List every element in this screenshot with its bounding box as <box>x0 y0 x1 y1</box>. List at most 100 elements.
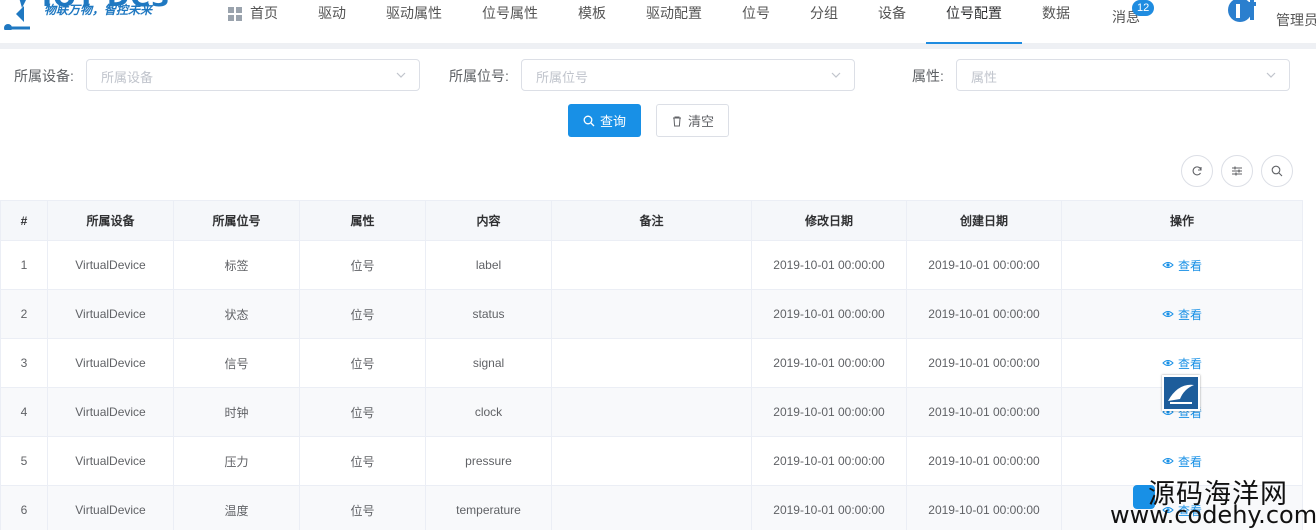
point-config-table: # 所属设备 所属位号 属性 内容 备注 修改日期 创建日期 操作 1 VirtualDevice… <box>0 200 1303 530</box>
nav-item-8[interactable]: 设备 <box>858 0 926 44</box>
app-logo[interactable]: IOT DC3 物联万物，智控未来 <box>0 0 200 46</box>
device-filter-label: 所属设备: <box>14 68 74 84</box>
nav-item-2[interactable]: 驱动属性 <box>366 0 462 44</box>
cell-point: 状态 <box>173 289 300 339</box>
nav-item-0[interactable]: 首页 <box>208 0 298 44</box>
refresh-button[interactable] <box>1181 155 1213 187</box>
user-name[interactable]: 管理员 <box>1276 10 1316 30</box>
cell-created: 2019-10-01 00:00:00 <box>906 436 1062 486</box>
cell-content: pressure <box>425 436 552 486</box>
nav-item-9[interactable]: 位号配置 <box>926 0 1022 44</box>
table-row[interactable]: 2 VirtualDevice 状态 位号 status 2019-10-01 00:00… <box>0 289 1303 339</box>
nav-item-1[interactable]: 驱动 <box>298 0 366 44</box>
cell-remark <box>551 338 752 388</box>
cell-content: label <box>425 240 552 290</box>
column-settings-button[interactable] <box>1221 155 1253 187</box>
view-button-label: 查看 <box>1177 454 1202 469</box>
bird-icon <box>1168 384 1194 404</box>
point-select-placeholder: 所属位号 <box>536 70 589 85</box>
column-header: 操作 <box>1061 200 1303 241</box>
nav-item-4[interactable]: 模板 <box>558 0 626 44</box>
cell-device: VirtualDevice <box>47 240 174 290</box>
view-button[interactable]: 查看 <box>1162 453 1202 470</box>
cell-updated: 2019-10-01 00:00:00 <box>751 387 907 437</box>
view-button[interactable]: 查看 <box>1162 306 1202 323</box>
nav-item-3[interactable]: 位号属性 <box>462 0 558 44</box>
table-header-row: # 所属设备 所属位号 属性 内容 备注 修改日期 创建日期 操作 <box>0 200 1303 241</box>
cell-index: 6 <box>0 485 48 530</box>
logo-slogan: 物联万物，智控未来 <box>44 3 153 17</box>
attr-filter-label: 属性: <box>912 68 944 84</box>
cell-remark <box>551 436 752 486</box>
table-row[interactable]: 5 VirtualDevice 压力 位号 pressure 2019-10-01 00:… <box>0 436 1303 486</box>
device-select[interactable]: 所属设备 <box>86 59 420 91</box>
point-select[interactable]: 所属位号 <box>521 59 855 91</box>
view-button-label: 查看 <box>1177 356 1202 371</box>
cell-index: 2 <box>0 289 48 339</box>
nav-item-10[interactable]: 数据 <box>1022 0 1090 44</box>
cell-remark <box>551 289 752 339</box>
watermark-url: www.codehy.com <box>1110 501 1316 529</box>
cell-point: 信号 <box>173 338 300 388</box>
header-divider <box>0 44 1316 49</box>
attr-select[interactable]: 属性 <box>956 59 1290 91</box>
search-button-label: 查询 <box>599 114 626 129</box>
search-button[interactable]: 查询 <box>568 104 641 137</box>
nav-item-label: 驱动属性 <box>386 5 442 21</box>
column-header: 备注 <box>551 200 752 241</box>
device-select-placeholder: 所属设备 <box>101 70 154 85</box>
chevron-down-icon <box>1266 72 1276 78</box>
cell-index: 1 <box>0 240 48 290</box>
column-header: 所属位号 <box>173 200 300 241</box>
cell-index: 3 <box>0 338 48 388</box>
view-button[interactable]: 查看 <box>1162 257 1202 274</box>
cell-content: signal <box>425 338 552 388</box>
column-header: # <box>0 200 48 241</box>
table-row[interactable]: 3 VirtualDevice 信号 位号 signal 2019-10-01 00:00… <box>0 338 1303 388</box>
nav-item-label: 首页 <box>250 5 278 21</box>
cell-attr: 位号 <box>299 436 426 486</box>
table-row[interactable]: 6 VirtualDevice 温度 位号 temperature 2019-10-01 … <box>0 485 1303 530</box>
cell-device: VirtualDevice <box>47 289 174 339</box>
watermark-logo <box>1162 375 1200 411</box>
cell-point: 压力 <box>173 436 300 486</box>
column-header: 所属设备 <box>47 200 174 241</box>
nav-item-6[interactable]: 位号 <box>722 0 790 44</box>
nav-item-label: 数据 <box>1042 5 1070 21</box>
messages-badge: 12 <box>1132 0 1155 16</box>
cell-point: 时钟 <box>173 387 300 437</box>
cell-attr: 位号 <box>299 289 426 339</box>
column-header: 修改日期 <box>751 200 907 241</box>
logo-mark-icon <box>4 0 30 30</box>
view-button-label: 查看 <box>1177 258 1202 273</box>
nav-item-5[interactable]: 驱动配置 <box>626 0 722 44</box>
cell-content: temperature <box>425 485 552 530</box>
cell-attr: 位号 <box>299 240 426 290</box>
nav-item-label: 位号 <box>742 5 770 21</box>
cell-point: 温度 <box>173 485 300 530</box>
cell-content: clock <box>425 387 552 437</box>
sliders-icon <box>1232 166 1242 176</box>
nav-item-7[interactable]: 分组 <box>790 0 858 44</box>
nav-item-label: 驱动配置 <box>646 5 702 21</box>
cell-created: 2019-10-01 00:00:00 <box>906 485 1062 530</box>
user-avatar[interactable] <box>1226 0 1266 34</box>
view-button[interactable]: 查看 <box>1162 355 1202 372</box>
table-row[interactable]: 1 VirtualDevice 标签 位号 label 2019-10-01 00:00:… <box>0 240 1303 290</box>
table-row[interactable]: 4 VirtualDevice 时钟 位号 clock 2019-10-01 00:00:… <box>0 387 1303 437</box>
cell-updated: 2019-10-01 00:00:00 <box>751 485 907 530</box>
cell-remark <box>551 485 752 530</box>
clear-button[interactable]: 清空 <box>656 104 729 137</box>
nav-item-label: 设备 <box>878 5 906 21</box>
column-header: 内容 <box>425 200 552 241</box>
eye-icon <box>1162 458 1174 464</box>
nav-item-label: 分组 <box>810 5 838 21</box>
chevron-down-icon <box>396 72 406 78</box>
cell-device: VirtualDevice <box>47 387 174 437</box>
toggle-search-button[interactable] <box>1261 155 1293 187</box>
nav-item-label: 位号配置 <box>946 5 1002 21</box>
cell-attr: 位号 <box>299 338 426 388</box>
cell-device: VirtualDevice <box>47 485 174 530</box>
cell-device: VirtualDevice <box>47 436 174 486</box>
cell-created: 2019-10-01 00:00:00 <box>906 289 1062 339</box>
